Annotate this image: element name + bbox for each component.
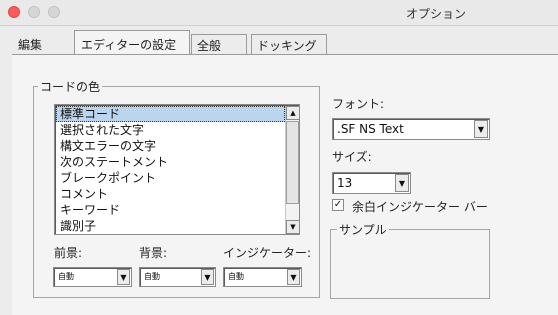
title-bar: オプション: [0, 0, 558, 26]
list-item[interactable]: 構文エラーの文字: [56, 138, 285, 154]
size-value: 13: [337, 176, 353, 190]
scroll-up-arrow-icon[interactable]: ▲: [286, 106, 300, 120]
list-item[interactable]: 識別子: [56, 218, 285, 234]
size-select[interactable]: 13 ▼: [332, 172, 411, 194]
code-colors-legend: コードの色: [38, 78, 103, 95]
background-color-select[interactable]: 自動 ▼: [139, 267, 216, 287]
tab-strip: 編集 エディターの設定 全般 ドッキング: [0, 26, 558, 56]
listbox-scrollbar[interactable]: ▲ ▼: [285, 106, 300, 234]
tab-edit[interactable]: 編集: [12, 34, 68, 54]
chevron-down-icon[interactable]: ▼: [474, 120, 488, 138]
list-item[interactable]: 標準コード: [56, 106, 285, 122]
list-item[interactable]: キーワード: [56, 202, 285, 218]
foreground-color-select[interactable]: 自動 ▼: [53, 267, 132, 287]
list-item[interactable]: 次のステートメント: [56, 154, 285, 170]
chevron-down-icon[interactable]: ▼: [287, 269, 300, 285]
tab-editor-settings[interactable]: エディターの設定: [74, 30, 190, 55]
sample-legend: サンプル: [337, 221, 389, 238]
indicator-label: インジケーター:: [223, 246, 312, 260]
tab-general[interactable]: 全般: [191, 34, 247, 54]
code-colors-listbox[interactable]: 標準コード 選択された文字 構文エラーの文字 次のステートメント ブレークポイン…: [54, 104, 300, 235]
background-label: 背景:: [139, 246, 168, 260]
background-color-value: 自動: [144, 272, 160, 281]
list-item[interactable]: コメント: [56, 186, 285, 202]
indicator-color-value: 自動: [228, 272, 244, 281]
scrollbar-thumb[interactable]: [286, 121, 299, 204]
list-item[interactable]: ブレークポイント: [56, 170, 285, 186]
chevron-down-icon[interactable]: ▼: [395, 174, 409, 192]
foreground-label: 前景:: [54, 246, 83, 260]
indicator-color-select[interactable]: 自動 ▼: [223, 267, 302, 287]
size-label: サイズ:: [332, 150, 372, 164]
font-label: フォント:: [332, 97, 385, 111]
tab-docking[interactable]: ドッキング: [251, 34, 327, 54]
chevron-down-icon[interactable]: ▼: [117, 269, 130, 285]
font-value: .SF NS Text: [337, 122, 404, 136]
font-select[interactable]: .SF NS Text ▼: [332, 118, 490, 140]
scroll-down-arrow-icon[interactable]: ▼: [286, 220, 300, 234]
code-colors-list: 標準コード 選択された文字 構文エラーの文字 次のステートメント ブレークポイン…: [56, 106, 285, 234]
window-title: オプション: [405, 7, 466, 21]
foreground-color-value: 自動: [58, 272, 74, 281]
margin-indicator-bar-checkbox[interactable]: ✓: [332, 199, 344, 211]
margin-indicator-bar-label[interactable]: 余白インジケーター バー: [352, 198, 488, 215]
list-item[interactable]: 選択された文字: [56, 122, 285, 138]
chevron-down-icon[interactable]: ▼: [201, 269, 214, 285]
sample-group: サンプル: [330, 221, 490, 299]
